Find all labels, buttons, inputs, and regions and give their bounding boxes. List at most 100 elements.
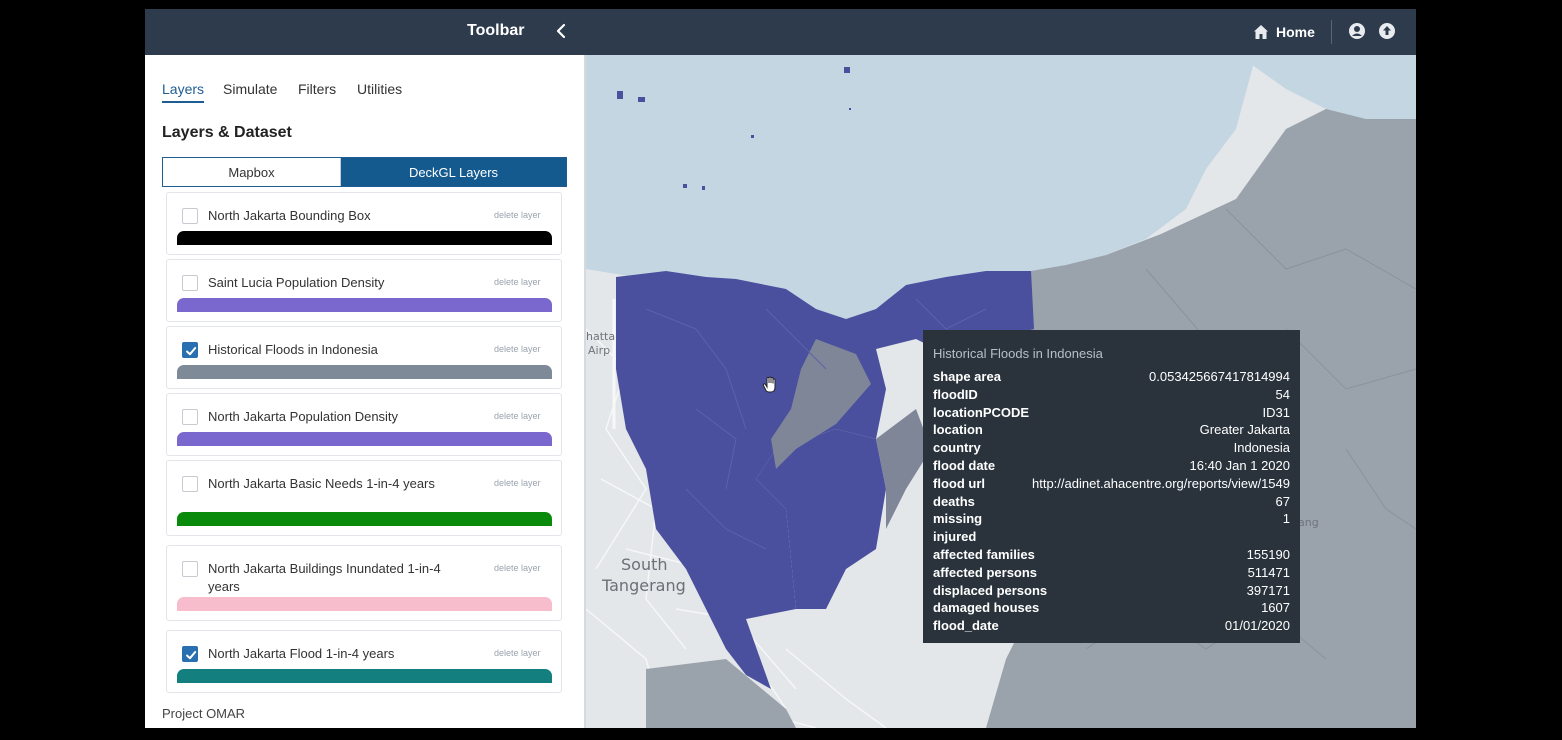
tooltip-value: 1607 xyxy=(1261,600,1290,616)
active-tab-indicator xyxy=(162,101,204,103)
layer-color-swatch xyxy=(177,231,552,245)
collapse-toolbar-button[interactable] xyxy=(553,21,571,41)
layer-name: North Jakarta Bounding Box xyxy=(208,208,371,223)
map-label-airport-2: Airp xyxy=(588,344,611,357)
layer-source-toggle: Mapbox DeckGL Layers xyxy=(162,157,567,187)
tooltip-value: 1 xyxy=(1282,511,1290,527)
layer-card: North Jakarta Basic Needs 1-in-4 years de… xyxy=(166,460,562,536)
project-label: Project OMAR xyxy=(162,706,246,721)
upload-icon[interactable] xyxy=(1378,22,1396,40)
feature-tooltip: Historical Floods in Indonesia shape are… xyxy=(923,330,1300,643)
tab-layers[interactable]: Layers xyxy=(162,81,204,97)
tooltip-row: damaged houses 1607 xyxy=(933,599,1290,617)
layer-name: North Jakarta Basic Needs 1-in-4 years xyxy=(208,476,435,491)
layer-name: North Jakarta Buildings Inundated 1-in-4… xyxy=(208,561,441,594)
tooltip-row: flood url http://adinet.ahacentre.org/rep… xyxy=(933,475,1290,493)
layer-visibility-checkbox[interactable] xyxy=(182,409,198,425)
map-label-tangerang: Tangerang xyxy=(602,576,686,595)
layer-visibility-checkbox[interactable] xyxy=(182,208,198,224)
home-button[interactable]: Home xyxy=(1252,21,1315,43)
delete-layer-button[interactable]: delete layer xyxy=(494,648,541,658)
flood-url-link: http://adinet.ahacentre.org/reports/view… xyxy=(1032,475,1290,491)
tooltip-key: flood_date xyxy=(933,618,999,634)
header-divider xyxy=(1331,20,1332,44)
tooltip-key: country xyxy=(933,440,981,456)
layer-card: North Jakarta Buildings Inundated 1-in-4… xyxy=(166,545,562,621)
tooltip-key: flood url xyxy=(933,475,985,491)
delete-layer-button[interactable]: delete layer xyxy=(494,210,541,220)
toolbar-panel: Toolbar Layers Simulate Filters Utilitie… xyxy=(145,9,586,728)
delete-layer-button[interactable]: delete layer xyxy=(494,344,541,354)
home-icon xyxy=(1254,25,1268,39)
delete-layer-button[interactable]: delete layer xyxy=(494,277,541,287)
tooltip-key: floodID xyxy=(933,386,978,402)
layer-visibility-checkbox[interactable] xyxy=(182,342,198,358)
mapbox-toggle-button[interactable]: Mapbox xyxy=(163,158,341,186)
tooltip-value: 16:40 Jan 1 2020 xyxy=(1189,457,1290,473)
layer-color-swatch xyxy=(177,432,552,446)
layer-visibility-checkbox[interactable] xyxy=(182,275,198,291)
deckgl-layers-toggle-button[interactable]: DeckGL Layers xyxy=(341,158,566,186)
tooltip-row: locationPCODE ID31 xyxy=(933,404,1290,422)
tooltip-row: affected families 155190 xyxy=(933,546,1290,564)
layer-visibility-checkbox[interactable] xyxy=(182,561,198,577)
tooltip-value: ID31 xyxy=(1262,404,1290,420)
delete-layer-button[interactable]: delete layer xyxy=(494,563,541,573)
tooltip-row: flood_date 01/01/2020 xyxy=(933,617,1290,635)
tooltip-key: displaced persons xyxy=(933,582,1048,598)
tooltip-row: displaced persons 397171 xyxy=(933,582,1290,600)
tooltip-key: damaged houses xyxy=(933,600,1040,616)
layer-color-swatch xyxy=(177,365,552,379)
layer-name: North Jakarta Population Density xyxy=(208,409,399,424)
user-icon[interactable] xyxy=(1348,22,1366,40)
tooltip-value: 0.053425667417814994 xyxy=(1149,369,1290,384)
tooltip-value: 01/01/2020 xyxy=(1224,618,1290,634)
tooltip-value: 511471 xyxy=(1247,564,1290,580)
tooltip-key: location xyxy=(933,422,983,438)
layer-color-swatch xyxy=(177,512,552,526)
layer-color-swatch xyxy=(177,669,552,683)
tooltip-attributes: shape area 0.053425667417814994 floodID 54 l… xyxy=(933,368,1290,635)
map-label-partial: ang xyxy=(1298,516,1319,529)
tooltip-key: deaths xyxy=(933,493,975,509)
top-navbar: Home xyxy=(586,9,1416,55)
toolbar-header: Toolbar xyxy=(145,9,586,55)
layer-visibility-checkbox[interactable] xyxy=(182,476,198,492)
tab-simulate[interactable]: Simulate xyxy=(223,81,277,97)
tooltip-key: shape area xyxy=(933,369,1001,384)
app-window: Toolbar Layers Simulate Filters Utilitie… xyxy=(145,9,1416,728)
delete-layer-button[interactable]: delete layer xyxy=(494,478,541,488)
map-view[interactable]: hatta Airp South Tangerang ang Home Hist… xyxy=(586,9,1416,728)
tooltip-row: injured xyxy=(933,528,1290,546)
tooltip-value: Indonesia xyxy=(1233,440,1290,456)
layer-visibility-checkbox[interactable] xyxy=(182,646,198,662)
checkmark-icon xyxy=(186,651,197,660)
layer-card: North Jakarta Population Density delete l… xyxy=(166,393,562,456)
layer-card: North Jakarta Flood 1-in-4 years delete l… xyxy=(166,630,562,693)
layer-name: Historical Floods in Indonesia xyxy=(208,342,378,357)
tooltip-value: 54 xyxy=(1275,386,1290,402)
tooltip-row: affected persons 511471 xyxy=(933,564,1290,582)
layer-name: Saint Lucia Population Density xyxy=(208,275,385,290)
tooltip-row: deaths 67 xyxy=(933,493,1290,511)
tooltip-key: affected families xyxy=(933,546,1035,562)
tooltip-key: locationPCODE xyxy=(933,404,1030,420)
chevron-left-icon xyxy=(556,23,566,39)
tooltip-row: floodID 54 xyxy=(933,386,1290,404)
tooltip-key: affected persons xyxy=(933,564,1038,580)
tooltip-row: country Indonesia xyxy=(933,439,1290,457)
delete-layer-button[interactable]: delete layer xyxy=(494,411,541,421)
checkmark-icon xyxy=(186,347,197,356)
section-title: Layers & Dataset xyxy=(162,124,292,141)
tooltip-value: 397171 xyxy=(1246,582,1290,598)
tooltip-row: shape area 0.053425667417814994 xyxy=(933,368,1290,386)
tab-filters[interactable]: Filters xyxy=(298,81,336,97)
layer-card: Saint Lucia Population Density delete lay… xyxy=(166,259,562,322)
layer-color-swatch xyxy=(177,298,552,312)
tooltip-row: location Greater Jakarta xyxy=(933,421,1290,439)
tooltip-row: missing 1 xyxy=(933,510,1290,528)
tooltip-key: flood date xyxy=(933,457,996,473)
tooltip-key: missing xyxy=(933,511,983,527)
tab-utilities[interactable]: Utilities xyxy=(357,81,402,97)
hand-cursor-icon xyxy=(762,376,776,393)
